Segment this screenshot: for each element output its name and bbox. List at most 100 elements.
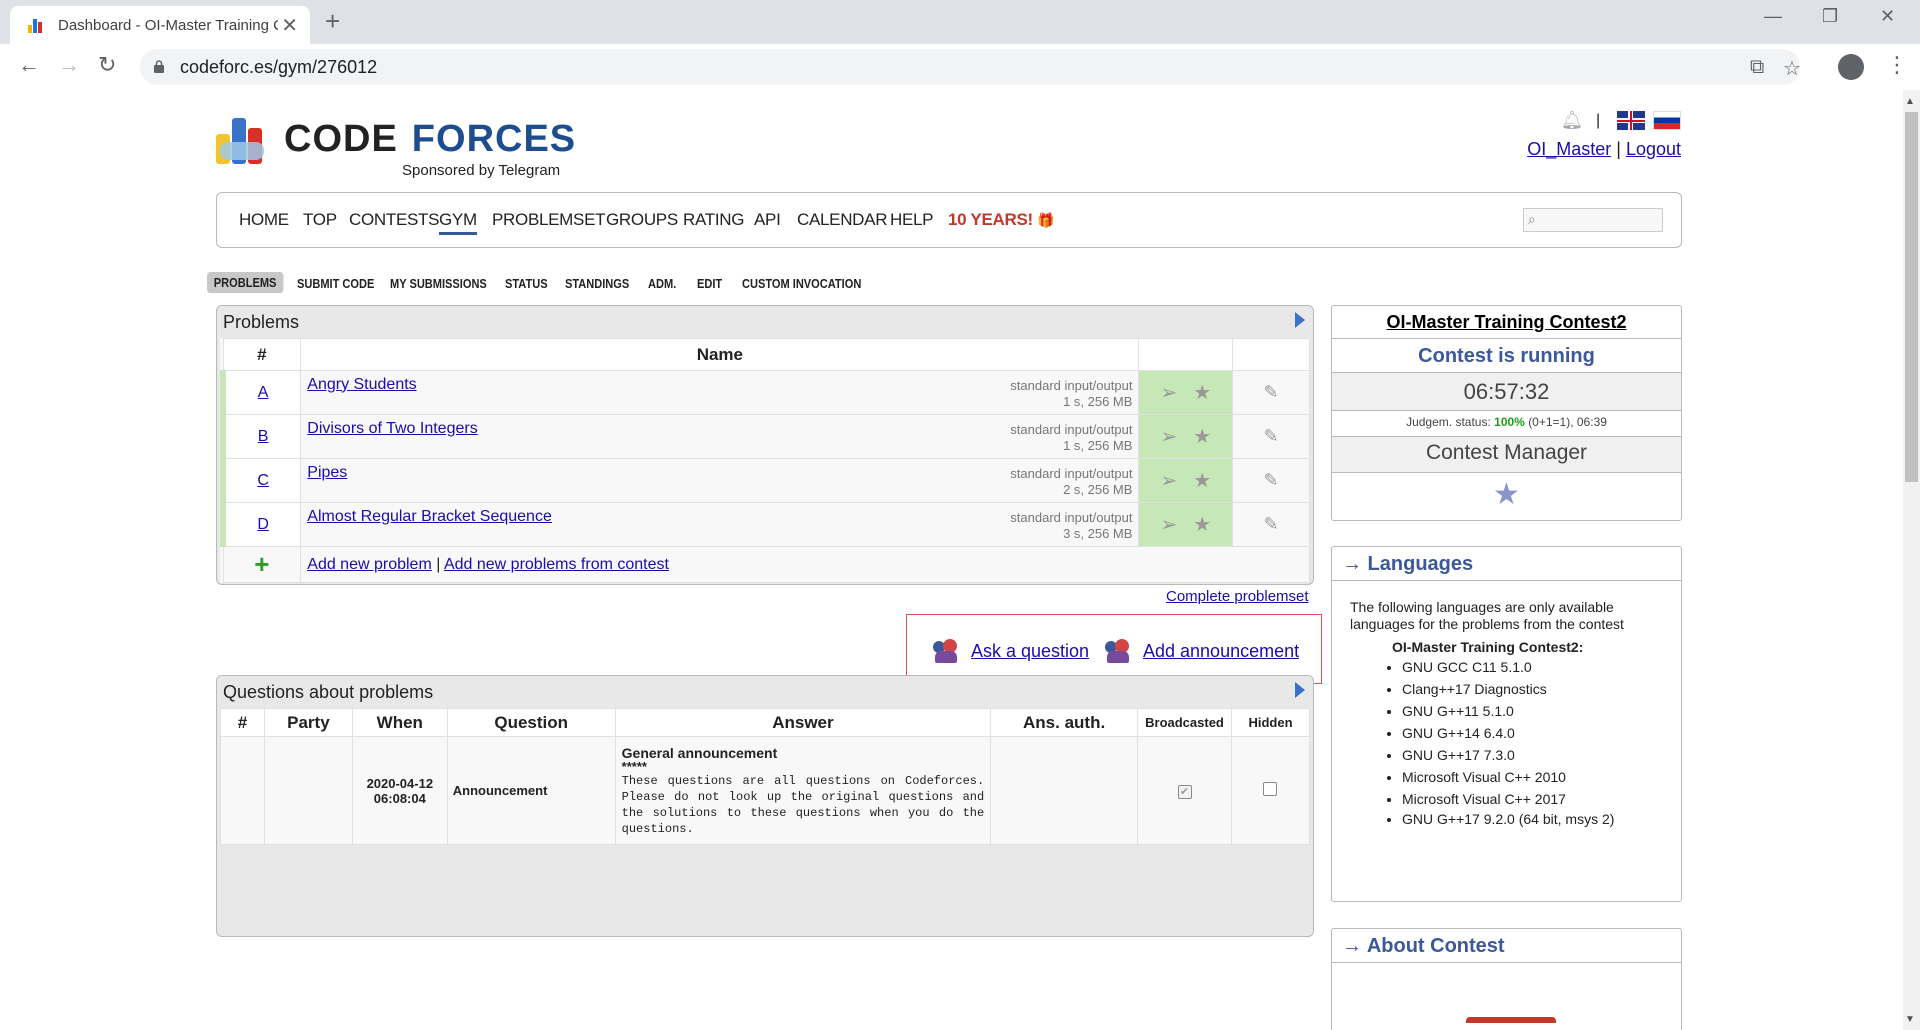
search-icon: ⌕ xyxy=(1528,211,1536,227)
reload-icon[interactable]: ↻ xyxy=(98,52,116,78)
menu-api[interactable]: API xyxy=(754,210,781,230)
favourite-star-icon[interactable]: ★ xyxy=(1193,424,1211,449)
q-col-hidden: Hidden xyxy=(1230,708,1311,737)
add-new-problem-link[interactable]: Add new problem xyxy=(307,556,432,573)
search-field[interactable]: ⌕ xyxy=(1523,208,1663,232)
back-icon[interactable]: ← xyxy=(18,52,40,78)
url-text[interactable]: codeforc.es/gym/276012 xyxy=(180,57,377,78)
edit-icon[interactable]: ✎ xyxy=(1232,458,1310,503)
favourite-star-icon[interactable]: ★ xyxy=(1193,380,1211,405)
submit-plane-icon[interactable]: ➢ xyxy=(1160,512,1177,537)
translate-icon[interactable]: ⧉ xyxy=(1750,56,1764,79)
table-row: B Divisors of Two Integers standard inpu… xyxy=(220,414,1310,459)
subnav-my-submissions[interactable]: MY SUBMISSIONS xyxy=(390,276,487,291)
contest-status: Contest is running xyxy=(1332,338,1681,372)
list-item: Clang++17 Diagnostics xyxy=(1402,679,1681,699)
contest-name-link[interactable]: OI-Master Training Contest2 xyxy=(1332,306,1681,338)
problem-name-link[interactable]: Almost Regular Bracket Sequence xyxy=(307,508,552,525)
manager-star-icon[interactable]: ★ xyxy=(1332,472,1681,518)
ru-flag-icon[interactable] xyxy=(1653,111,1681,130)
list-item: GNU G++14 6.4.0 xyxy=(1402,723,1681,743)
menu-problemset[interactable]: PROBLEMSET xyxy=(492,210,606,230)
problem-index-link[interactable]: A xyxy=(258,384,269,401)
menu-home[interactable]: HOME xyxy=(239,210,289,230)
menu-rating[interactable]: RATING xyxy=(683,210,744,230)
logout-link[interactable]: Logout xyxy=(1626,139,1681,159)
problem-index-link[interactable]: C xyxy=(257,472,269,489)
questions-panel-title: Questions about problems xyxy=(223,682,434,702)
scroll-down-icon[interactable]: ▼ xyxy=(1905,1014,1915,1025)
col-index-header: # xyxy=(222,338,302,371)
problem-name-link[interactable]: Pipes xyxy=(307,464,347,481)
contest-info-box: OI-Master Training Contest2 Contest is r… xyxy=(1331,305,1682,521)
about-contest-title: → About Contest xyxy=(1332,929,1681,963)
problems-panel-title: Problems xyxy=(223,312,300,332)
tab-close-icon[interactable]: ✕ xyxy=(281,13,298,38)
answer-body: These questions are all questions on Cod… xyxy=(621,773,985,836)
subnav-status[interactable]: STATUS xyxy=(505,276,548,291)
bell-icon[interactable]: 🔔︎ xyxy=(1561,110,1584,131)
submit-plane-icon[interactable]: ➢ xyxy=(1160,424,1177,449)
ask-question-link[interactable]: Ask a question xyxy=(971,641,1089,662)
problem-index-link[interactable]: B xyxy=(258,428,269,445)
edit-icon[interactable]: ✎ xyxy=(1232,414,1310,459)
problem-index-link[interactable]: D xyxy=(257,516,269,533)
languages-contest-name: OI-Master Training Contest2: xyxy=(1392,639,1584,655)
search-input[interactable] xyxy=(1524,209,1662,231)
browser-tab[interactable]: Dashboard - OI-Master Training Contest2 … xyxy=(10,6,310,44)
subnav-edit[interactable]: EDIT xyxy=(697,276,722,291)
submit-plane-icon[interactable]: ➢ xyxy=(1160,380,1177,405)
edit-icon[interactable]: ✎ xyxy=(1232,502,1310,547)
minimize-button[interactable]: — xyxy=(1764,6,1782,27)
add-plus-icon[interactable]: + xyxy=(222,546,302,583)
hidden-checkbox[interactable] xyxy=(1263,782,1278,796)
logo-blocks-icon xyxy=(216,118,270,164)
favourite-star-icon[interactable]: ★ xyxy=(1193,512,1211,537)
forward-icon[interactable]: → xyxy=(58,52,80,78)
panel-toggle-icon[interactable] xyxy=(1295,682,1305,698)
menu-gym[interactable]: GYM xyxy=(439,210,477,235)
uk-flag-icon[interactable] xyxy=(1616,111,1645,130)
submit-plane-icon[interactable]: ➢ xyxy=(1160,468,1177,493)
problem-name-link[interactable]: Divisors of Two Integers xyxy=(307,420,477,437)
edit-icon[interactable]: ✎ xyxy=(1232,370,1310,415)
panel-toggle-icon[interactable] xyxy=(1295,312,1305,328)
sponsor-text: Sponsored by Telegram xyxy=(402,162,561,179)
scroll-up-icon[interactable]: ▲ xyxy=(1905,96,1915,107)
complete-problemset-link[interactable]: Complete problemset xyxy=(1166,588,1309,605)
languages-box: → Languages The following languages are … xyxy=(1331,546,1682,902)
profile-icon[interactable] xyxy=(1838,54,1864,80)
subnav-adm[interactable]: ADM. xyxy=(648,276,676,291)
menu-help[interactable]: HELP xyxy=(890,210,934,230)
menu-calendar[interactable]: CALENDAR xyxy=(797,210,887,230)
q-col-ans-auth: Ans. auth. xyxy=(990,708,1139,737)
q-col-party: Party xyxy=(263,708,353,737)
bookmark-star-icon[interactable]: ☆ xyxy=(1783,56,1801,81)
menu-contests[interactable]: CONTESTS xyxy=(349,210,439,230)
favourite-star-icon[interactable]: ★ xyxy=(1193,468,1211,493)
menu-groups[interactable]: GROUPS xyxy=(606,210,678,230)
contest-logo-image xyxy=(1466,1017,1556,1030)
col-name-header: Name xyxy=(300,338,1140,371)
subnav-custom-invocation[interactable]: CUSTOM INVOCATION xyxy=(742,276,861,291)
browser-menu-icon[interactable]: ⋮ xyxy=(1886,52,1908,78)
add-announcement-link[interactable]: Add announcement xyxy=(1143,641,1299,662)
scrollbar-thumb[interactable] xyxy=(1905,112,1918,482)
subnav-problems[interactable]: PROBLEMS xyxy=(207,272,284,293)
broadcasted-checkbox[interactable]: ✔ xyxy=(1177,784,1192,799)
window-close-button[interactable]: ✕ xyxy=(1880,6,1895,27)
menu-10-years[interactable]: 10 YEARS! 🎁 xyxy=(948,210,1055,230)
subnav-standings[interactable]: STANDINGS xyxy=(565,276,629,291)
questions-panel: Questions about problems # Party When Qu… xyxy=(216,675,1314,937)
subnav-submit-code[interactable]: SUBMIT CODE xyxy=(297,276,374,291)
address-bar[interactable]: codeforc.es/gym/276012 ⧉ ☆ xyxy=(140,49,1801,85)
user-handle-link[interactable]: OI_Master xyxy=(1527,139,1611,159)
problem-limits: 1 s, 256 MB xyxy=(1063,437,1133,453)
new-tab-button[interactable]: + xyxy=(325,6,340,37)
add-from-contest-link[interactable]: Add new problems from contest xyxy=(444,556,669,573)
languages-title: → Languages xyxy=(1332,547,1681,581)
problem-name-link[interactable]: Angry Students xyxy=(307,376,416,393)
maximize-button[interactable]: ❐ xyxy=(1822,6,1838,27)
menu-top[interactable]: TOP xyxy=(303,210,337,230)
table-row: C Pipes standard input/output 2 s, 256 MB… xyxy=(220,458,1310,503)
